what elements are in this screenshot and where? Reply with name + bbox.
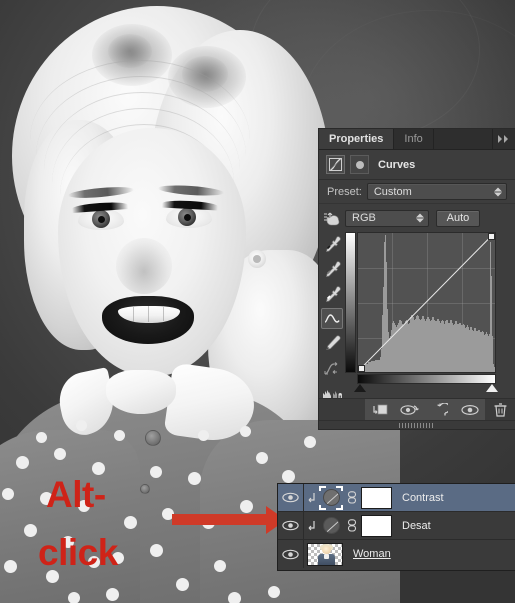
layer-mask-thumbnail[interactable] <box>361 514 392 537</box>
preset-select[interactable]: Custom <box>366 183 507 200</box>
mask-link-icon[interactable] <box>344 519 359 532</box>
teeth-gap <box>148 306 149 322</box>
draw-curve-icon[interactable] <box>321 333 343 354</box>
preset-stepper-icon[interactable] <box>494 187 502 196</box>
properties-footer <box>319 398 515 421</box>
clip-to-layer-button[interactable] <box>365 398 395 421</box>
clip-to-layer-icon[interactable] <box>350 155 369 174</box>
curve-pencil-icon[interactable] <box>321 308 343 329</box>
teeth-gap <box>163 307 164 321</box>
curves-graph[interactable] <box>357 232 496 373</box>
reset-button[interactable] <box>425 398 455 421</box>
mask-link-icon[interactable] <box>344 491 359 504</box>
preset-row: Preset: Custom <box>319 180 515 204</box>
input-gradient-bar <box>357 374 496 384</box>
layer-name-contrast[interactable]: Contrast <box>402 492 444 504</box>
curves-adjustment-icon <box>326 155 345 174</box>
eye-icon <box>282 492 299 503</box>
layer-mask-thumbnail[interactable] <box>361 486 392 509</box>
panel-resize-grip[interactable] <box>319 420 515 429</box>
earring-center <box>253 255 261 263</box>
black-point-slider[interactable] <box>354 384 366 392</box>
properties-header: Curves <box>319 150 515 180</box>
adjustment-thumbnail[interactable] <box>318 515 344 537</box>
smooth-curve-icon[interactable] <box>321 358 343 379</box>
curves-graph-column: RGB Auto <box>345 204 515 404</box>
layer-row-woman[interactable]: Woman <box>278 540 515 568</box>
dress-button <box>145 430 161 446</box>
teeth-gap <box>133 307 134 322</box>
curves-body: RGB Auto <box>319 204 515 404</box>
channel-stepper-icon[interactable] <box>416 213 424 223</box>
adjustment-thumbnail[interactable] <box>318 485 344 510</box>
properties-panel: Properties Info Curves Preset: Custom RG… <box>318 128 515 430</box>
eyedropper-white-icon[interactable] <box>321 283 343 304</box>
layer-image-thumbnail[interactable] <box>307 542 343 566</box>
preset-value: Custom <box>373 185 412 198</box>
collapse-panel-icon[interactable] <box>493 129 515 149</box>
eyedropper-gray-icon[interactable] <box>321 258 343 279</box>
clipping-mask-indicator-icon <box>304 492 318 504</box>
auto-button[interactable]: Auto <box>436 209 480 227</box>
tab-properties[interactable]: Properties <box>319 129 395 149</box>
output-gradient-bar <box>345 232 356 373</box>
collar-center <box>106 370 176 414</box>
layer-row-contrast[interactable]: Contrast <box>278 484 515 512</box>
pupil-left <box>98 216 105 223</box>
toggle-visibility-button[interactable] <box>455 398 485 421</box>
layer-visibility-toggle[interactable] <box>278 540 304 568</box>
properties-title: Curves <box>378 158 416 171</box>
eye-icon <box>282 520 299 531</box>
channel-value: RGB <box>352 212 376 224</box>
channel-row: RGB Auto <box>345 208 507 228</box>
view-previous-state-button[interactable] <box>395 398 425 421</box>
tab-info[interactable]: Info <box>394 129 434 149</box>
curve-point-white[interactable] <box>488 233 495 240</box>
clipping-mask-indicator-icon <box>304 520 318 532</box>
layer-name-woman[interactable]: Woman <box>353 548 391 560</box>
dress-button-2 <box>140 484 150 494</box>
layer-name-desat[interactable]: Desat <box>402 520 431 532</box>
nose <box>116 238 172 294</box>
eye-icon <box>282 549 299 559</box>
layer-visibility-toggle[interactable] <box>278 512 304 539</box>
curve-point-black[interactable] <box>358 365 365 372</box>
on-image-adjust-icon[interactable] <box>321 208 343 229</box>
screenshot-root: Alt- click Properties Info Curves Preset… <box>0 0 515 603</box>
panel-tabbar: Properties Info <box>319 129 515 150</box>
layer-visibility-toggle[interactable] <box>278 484 304 511</box>
delete-button[interactable] <box>485 399 515 421</box>
preset-label: Preset: <box>327 185 362 198</box>
curves-tool-strip <box>319 204 345 404</box>
eyedropper-black-icon[interactable] <box>321 233 343 254</box>
tabbar-filler <box>434 129 493 149</box>
white-point-slider[interactable] <box>486 384 498 392</box>
channel-select[interactable]: RGB <box>345 209 429 227</box>
pupil-right <box>184 214 191 221</box>
layers-panel: Contrast Desat Woman <box>277 483 515 571</box>
layer-row-desat[interactable]: Desat <box>278 512 515 540</box>
